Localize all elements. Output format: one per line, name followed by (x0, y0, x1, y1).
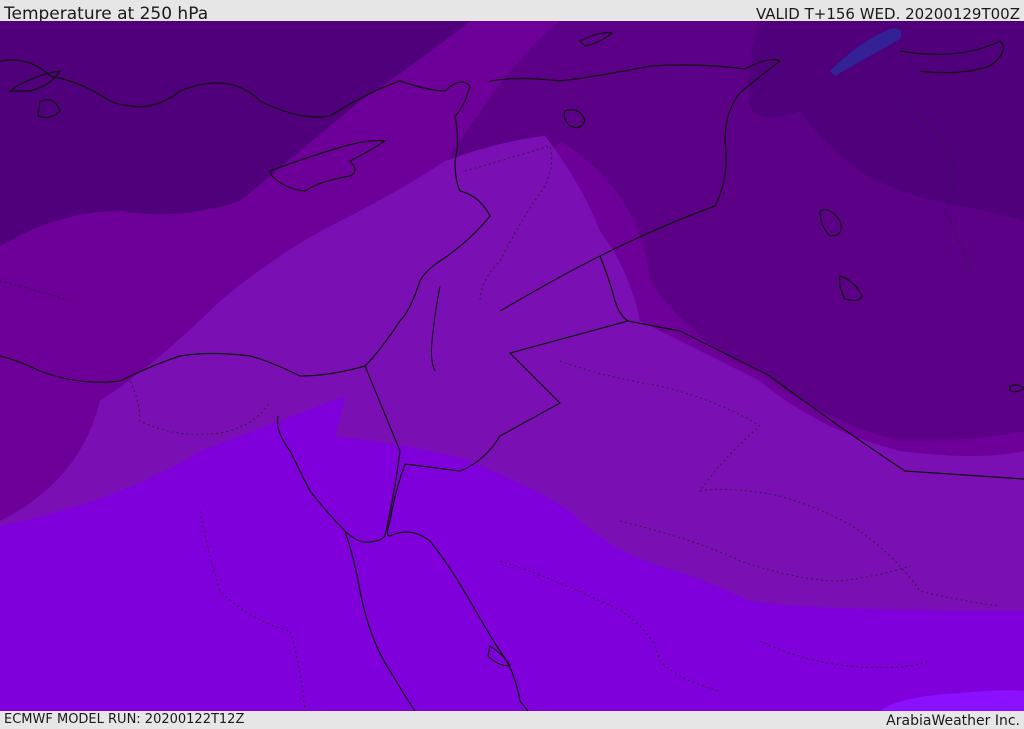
model-run: ECMWF MODEL RUN: 20200122T12Z (4, 712, 245, 727)
temperature-map (0, 21, 1024, 711)
credit-label: ArabiaWeather Inc. (886, 713, 1020, 729)
